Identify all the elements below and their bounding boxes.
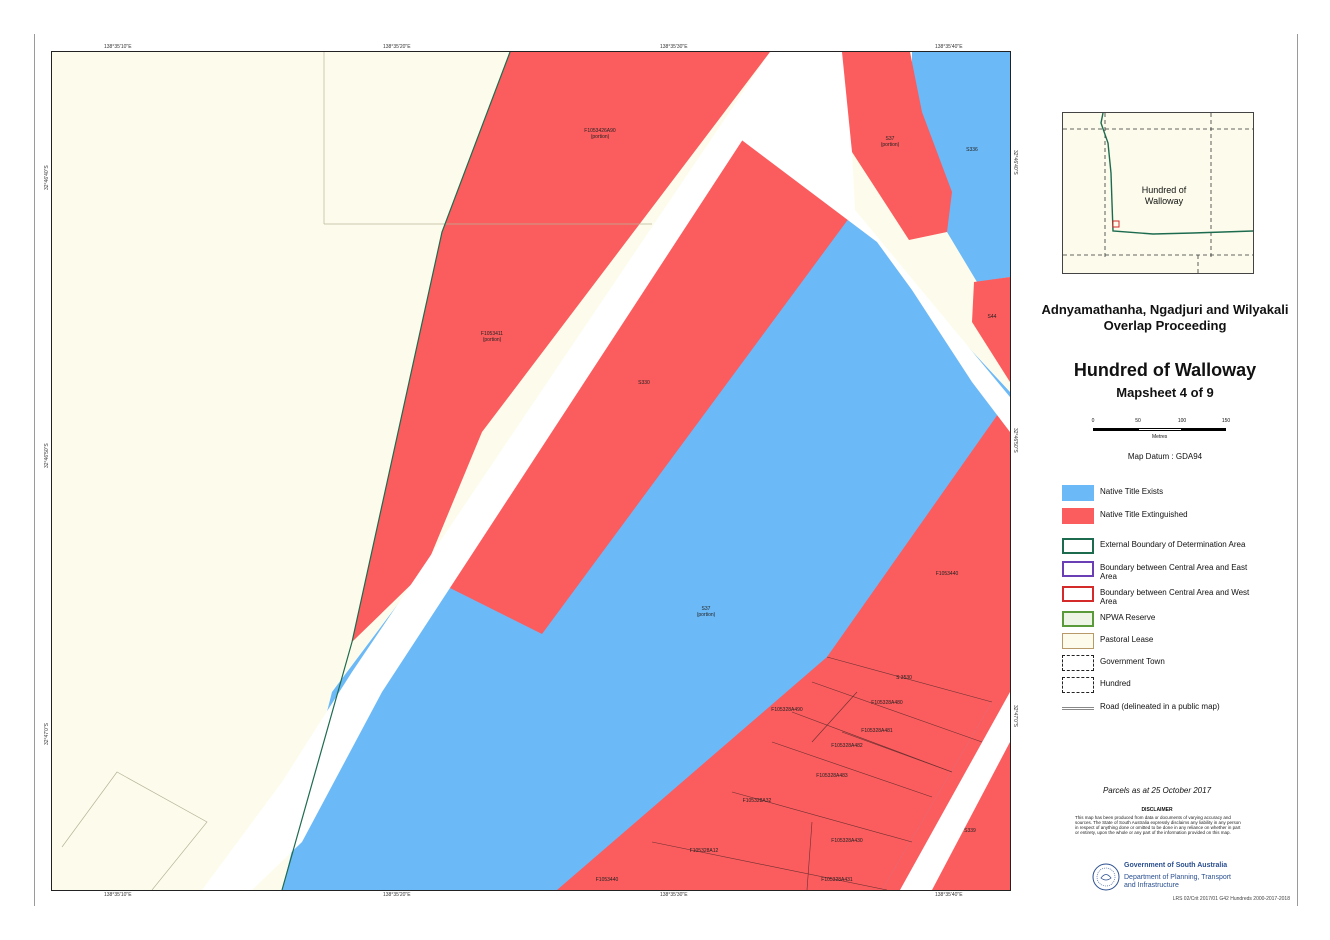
parcel-label-p12: F105328A480 bbox=[871, 700, 903, 706]
tick-top-3: 138°35'30"E bbox=[660, 44, 688, 50]
parcel-label-p19: F105328A431 bbox=[821, 877, 853, 883]
proceeding-title: Adnyamathanha, Ngadjuri and Wilyakali Ov… bbox=[1041, 302, 1289, 333]
legend-item-external-boundary: External Boundary of Determination Area bbox=[1062, 538, 1292, 556]
legend-swatch bbox=[1062, 538, 1094, 554]
legend-label: Hundred bbox=[1100, 679, 1131, 688]
parcel-label-p18: F105328A12 bbox=[690, 848, 719, 854]
scale-tick-0: 0 bbox=[1091, 418, 1095, 424]
scale-seg-2 bbox=[1138, 428, 1182, 431]
map-datum: Map Datum : GDA94 bbox=[1127, 452, 1203, 461]
parcel-label-p20: F1053440 bbox=[596, 877, 619, 883]
parcel-label-p11: F105328A490 bbox=[771, 707, 803, 713]
parcel-label-p8b: (portion) bbox=[697, 612, 716, 618]
legend-swatch bbox=[1062, 508, 1094, 524]
legend-label: Native Title Exists bbox=[1100, 487, 1164, 496]
legend-item-hundred: Hundred bbox=[1062, 677, 1292, 695]
parcels-date: Parcels as at 25 October 2017 bbox=[1102, 786, 1212, 795]
parcel-label-p15: F105328A483 bbox=[816, 773, 848, 779]
tick-bottom-2: 138°35'20"E bbox=[383, 892, 411, 898]
parcel-label-p21: S339 bbox=[964, 828, 976, 834]
legend-label: Government Town bbox=[1100, 657, 1165, 666]
legend-label: Boundary between Central Area and East A… bbox=[1100, 563, 1248, 581]
parcel-label-p17: F105328A430 bbox=[831, 838, 863, 844]
legend-swatch bbox=[1062, 586, 1094, 602]
legend-item-pastoral-lease: Pastoral Lease bbox=[1062, 633, 1292, 651]
legend-item-road: Road (delineated in a public map) bbox=[1062, 700, 1292, 718]
tick-right-3: 32°47'0"S bbox=[1012, 705, 1018, 727]
map-reference: LRS 02/Crit 2017/01 G42 Hundreds 2000-20… bbox=[1172, 896, 1290, 902]
parcel-label-p2b: (portion) bbox=[483, 337, 502, 343]
legend-item-central-east-boundary: Boundary between Central Area and East A… bbox=[1062, 561, 1292, 581]
department-name: Department of Planning, Transport and In… bbox=[1124, 874, 1232, 889]
parcel-label-p1b: (portion) bbox=[591, 134, 610, 140]
legend-label: Road (delineated in a public map) bbox=[1100, 702, 1220, 711]
legend-swatch bbox=[1062, 655, 1094, 671]
tick-right-2: 32°46'50"S bbox=[1012, 428, 1018, 453]
legend-swatch bbox=[1062, 677, 1094, 693]
page-title: Hundred of Walloway bbox=[1073, 360, 1257, 380]
legend-label: Boundary between Central Area and West A… bbox=[1100, 588, 1250, 606]
tick-left-3: 32°47'0"S bbox=[44, 723, 50, 745]
legend-label: NPWA Reserve bbox=[1100, 613, 1156, 622]
disclaimer-text: This map has been produced from data or … bbox=[1075, 815, 1241, 835]
parcel-label-p10: S 3530 bbox=[896, 675, 912, 681]
parcel-label-p4b: (portion) bbox=[881, 142, 900, 148]
scale-tick-50: 50 bbox=[1135, 418, 1141, 424]
legend-item-npwa-reserve: NPWA Reserve bbox=[1062, 611, 1292, 629]
parcel-label-p6: S44 bbox=[988, 314, 997, 320]
scale-unit: Metres bbox=[1152, 434, 1168, 440]
tick-top-2: 138°35'20"E bbox=[383, 44, 411, 50]
scale-seg-1 bbox=[1093, 428, 1138, 431]
parcel-label-p13: F105328A481 bbox=[861, 728, 893, 734]
inset-label: Hundred of Walloway bbox=[1141, 185, 1187, 206]
inset-locator-map: Hundred of Walloway bbox=[1062, 112, 1254, 274]
legend-item-government-town: Government Town bbox=[1062, 655, 1292, 673]
scale-bar: 0 50 100 150 Metres bbox=[1090, 418, 1231, 444]
government-name: Government of South Australia bbox=[1124, 862, 1228, 869]
disclaimer-title: DISCLAIMER bbox=[1141, 807, 1173, 813]
tick-bottom-3: 138°35'30"E bbox=[660, 892, 688, 898]
legend-label: Native Title Extinguished bbox=[1100, 510, 1188, 519]
legend-item-native-title-exists: Native Title Exists bbox=[1062, 485, 1292, 503]
legend-item-central-west-boundary: Boundary between Central Area and West A… bbox=[1062, 586, 1292, 606]
government-crest-icon bbox=[1092, 863, 1120, 891]
legend-swatch bbox=[1062, 611, 1094, 627]
scale-tick-150: 150 bbox=[1221, 418, 1231, 424]
legend-swatch bbox=[1062, 707, 1094, 710]
map-canvas[interactable]: F1053426A90 (portion) F1053411 (portion)… bbox=[52, 52, 1010, 890]
scale-tick-100: 100 bbox=[1177, 418, 1187, 424]
parcel-label-p9: F1053440 bbox=[936, 571, 959, 577]
legend-label: External Boundary of Determination Area bbox=[1100, 540, 1246, 549]
parcel-label-p16: F105328A32 bbox=[743, 798, 772, 804]
tick-left-2: 32°46'50"S bbox=[44, 443, 50, 468]
parcel-label-p5: S336 bbox=[966, 147, 978, 153]
legend-swatch bbox=[1062, 485, 1094, 501]
tick-top-1: 138°35'10"E bbox=[104, 44, 132, 50]
legend-item-native-title-extinguished: Native Title Extinguished bbox=[1062, 508, 1292, 526]
tick-bottom-1: 138°35'10"E bbox=[104, 892, 132, 898]
tick-right-1: 32°46'40"S bbox=[1012, 150, 1018, 175]
mapsheet-label: Mapsheet 4 of 9 bbox=[1116, 385, 1214, 400]
tick-left-1: 32°46'40"S bbox=[44, 165, 50, 190]
tick-bottom-4: 138°35'40"E bbox=[935, 892, 963, 898]
scale-seg-3 bbox=[1182, 428, 1226, 431]
map-main[interactable]: F1053426A90 (portion) F1053411 (portion)… bbox=[51, 51, 1011, 891]
parcel-label-p3: S330 bbox=[638, 380, 650, 386]
legend-swatch bbox=[1062, 633, 1094, 649]
legend-swatch bbox=[1062, 561, 1094, 577]
parcel-label-p14: F105328A482 bbox=[831, 743, 863, 749]
legend-label: Pastoral Lease bbox=[1100, 635, 1154, 644]
tick-top-4: 138°35'40"E bbox=[935, 44, 963, 50]
